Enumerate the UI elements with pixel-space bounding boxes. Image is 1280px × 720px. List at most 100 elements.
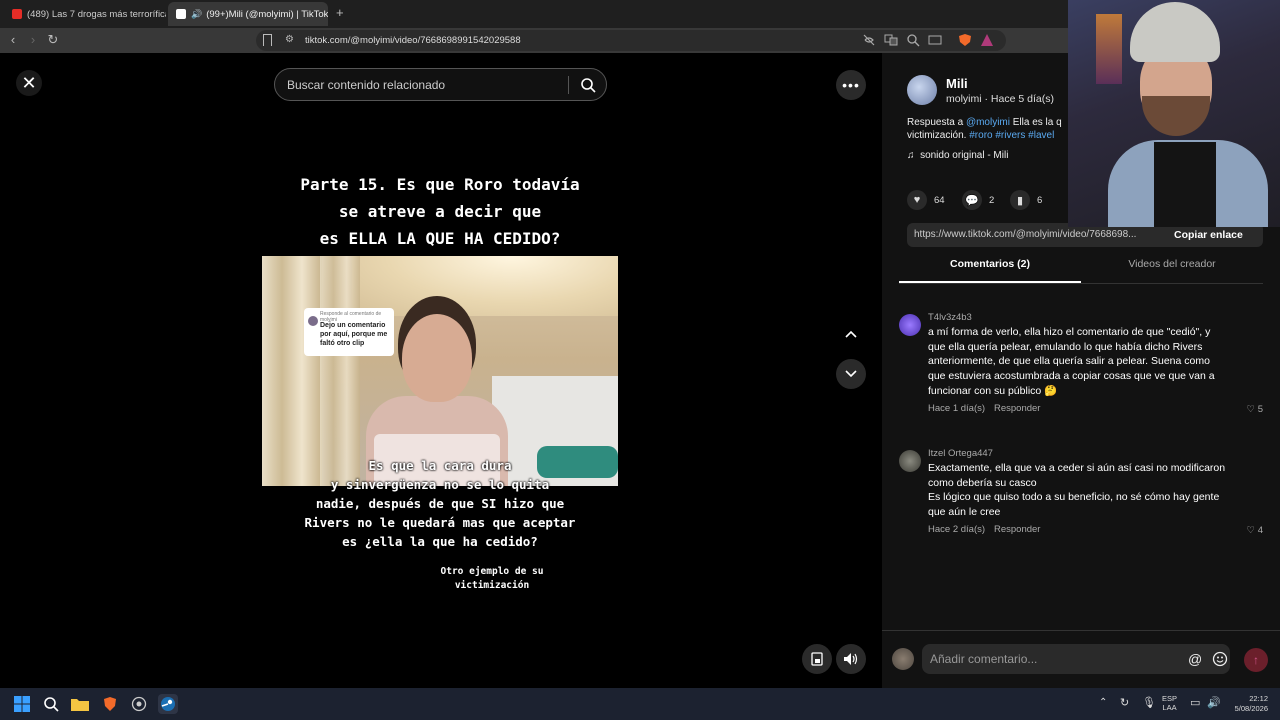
brave-shield-icon[interactable] [958, 33, 972, 47]
chevron-down-icon [845, 370, 857, 378]
screen-icon[interactable] [928, 33, 942, 47]
picture-in-picture-button[interactable] [802, 644, 832, 674]
caption-line: Es que la cara dura [368, 458, 512, 473]
site-settings-icon[interactable]: ⚙ [285, 34, 294, 45]
input-language[interactable]: ESP LAA [1162, 694, 1177, 712]
translate-icon[interactable] [884, 33, 898, 47]
reply-button[interactable]: Responder [994, 524, 1040, 535]
video-frame: Responde al comentario de molyimi Dejo u… [262, 256, 618, 486]
author-name[interactable]: Mili [946, 76, 968, 91]
youtube-icon [12, 9, 22, 19]
tab-creator-videos[interactable]: Videos del creador [1082, 258, 1262, 270]
steam-icon [161, 697, 175, 711]
search-icon[interactable] [580, 77, 596, 93]
next-video-button[interactable] [836, 359, 866, 389]
previous-video-button[interactable] [836, 319, 866, 349]
overlay-line: es ELLA LA QUE HA CEDIDO? [319, 229, 561, 248]
emoji-icon[interactable] [1212, 651, 1228, 667]
comment-like-count: 5 [1257, 404, 1263, 415]
url-text: tiktok.com/@molyimi/video/76686989915420… [305, 35, 521, 46]
tray-chevron-icon[interactable]: ⌃ [1099, 697, 1107, 708]
back-icon[interactable]: ‹ [5, 32, 21, 48]
comment-like-button[interactable]: ♡ 5 [1247, 404, 1263, 415]
video-overlay-title: Parte 15. Es que Roro todavía se atreve … [262, 171, 618, 252]
brave-rewards-icon[interactable] [980, 33, 994, 47]
reply-avatar [308, 316, 318, 326]
pip-icon [811, 652, 823, 666]
comment-button[interactable]: 💬 2 [962, 190, 994, 210]
video-player[interactable]: Buscar contenido relacionado Parte 15. E… [262, 53, 618, 688]
file-explorer-button[interactable] [70, 694, 90, 714]
music-link[interactable]: ♫ sonido original - Mili [907, 150, 1008, 161]
person-head [402, 314, 472, 402]
author-avatar[interactable] [907, 75, 937, 105]
caption-line: es ¿ella la que ha cedido? [342, 534, 538, 549]
volume-button[interactable] [836, 644, 866, 674]
brave-taskbar-button[interactable] [100, 694, 120, 714]
reload-icon[interactable]: ↻ [45, 32, 61, 48]
video-caption: Es que la cara dura y sinvergüenza no se… [262, 456, 618, 551]
volume-tray-icon[interactable]: 🔊 [1207, 696, 1221, 709]
tab-comments[interactable]: Comentarios (2) [899, 258, 1081, 270]
forward-icon[interactable]: › [25, 32, 41, 48]
chrome-taskbar-button[interactable] [129, 694, 149, 714]
current-user-avatar [892, 648, 914, 670]
browser-tab-youtube[interactable]: (489) Las 7 drogas más terroríficas de [4, 2, 166, 26]
comment-item: T4lv3z4b3 a mí forma de verlo, ella hizo… [899, 312, 1263, 422]
comment-composer: Añadir comentario... @ ↑ [882, 630, 1280, 688]
clock[interactable]: 22:12 5/08/2026 [1222, 694, 1268, 714]
mention-icon[interactable]: @ [1188, 651, 1202, 667]
more-options-button[interactable]: ••• [836, 70, 866, 100]
overlay-line: se atreve a decir que [338, 202, 542, 221]
close-video-button[interactable]: ✕ [16, 70, 42, 96]
copy-link-button[interactable]: Copiar enlace [1174, 229, 1243, 241]
search-taskbar-button[interactable] [41, 694, 61, 714]
tab-title: (99+)Mili (@molyimi) | TikTok [206, 8, 328, 20]
video-description: Respuesta a @molyimi Ella es la q victim… [907, 116, 1087, 142]
comment-like-button[interactable]: ♡ 4 [1247, 525, 1263, 536]
reply-button[interactable]: Responder [994, 403, 1040, 414]
browser-tab-tiktok[interactable]: 🔊 (99+)Mili (@molyimi) | TikTok ✕ [168, 2, 328, 26]
hashtag-links[interactable]: #roro #rivers #lavel [969, 130, 1054, 141]
video-caption-small: Otro ejemplo de su victimización [412, 565, 572, 593]
zoom-icon[interactable] [906, 33, 920, 47]
related-search-bar[interactable]: Buscar contenido relacionado [274, 68, 607, 101]
active-tab-indicator [899, 281, 1081, 283]
share-url: https://www.tiktok.com/@molyimi/video/76… [914, 229, 1137, 240]
save-count: 6 [1037, 194, 1043, 206]
search-input[interactable]: Buscar contenido relacionado [287, 78, 445, 92]
tracking-off-icon[interactable] [862, 33, 876, 47]
microphone-icon[interactable]: 🎙 [1142, 696, 1156, 709]
commenter-avatar[interactable] [899, 450, 921, 472]
webcam-overlay [1068, 0, 1280, 227]
bookmark-icon[interactable] [263, 34, 272, 46]
send-comment-button[interactable]: ↑ [1244, 648, 1268, 672]
start-button[interactable] [12, 694, 32, 714]
comment-placeholder: Añadir comentario... [930, 652, 1038, 666]
chevron-up-icon [845, 330, 857, 338]
steam-taskbar-button[interactable] [158, 694, 178, 714]
commenter-name[interactable]: Itzel Ortega447 [928, 448, 993, 459]
curtain [262, 256, 322, 486]
caption-line: Otro ejemplo de su [440, 566, 544, 577]
heart-icon: ♥ [907, 190, 927, 210]
comment-text: Exactamente, ella que va a ceder si aún … [928, 462, 1226, 519]
music-note-icon: ♫ [907, 150, 915, 161]
commenter-avatar[interactable] [899, 314, 921, 336]
caption-line: Rivers no le quedará mas que aceptar [304, 515, 576, 530]
like-count: 64 [934, 194, 945, 206]
new-tab-icon[interactable]: + [336, 5, 344, 20]
like-button[interactable]: ♥ 64 [907, 190, 945, 210]
bookmark-icon: ▮ [1010, 190, 1030, 210]
tray-sync-icon[interactable]: ↻ [1120, 696, 1129, 709]
comment-input[interactable]: Añadir comentario... @ [922, 644, 1230, 674]
folder-icon [71, 699, 89, 711]
mention-link[interactable]: @molyimi [966, 117, 1010, 128]
comment-item: Itzel Ortega447 Exactamente, ella que va… [899, 448, 1263, 548]
network-icon[interactable]: ▭ [1190, 696, 1200, 709]
caption-line: nadie, después de que SI hizo que [315, 496, 565, 511]
curtain [320, 256, 360, 486]
save-button[interactable]: ▮ 6 [1010, 190, 1042, 210]
desc-text: victimización. [907, 130, 970, 141]
commenter-name[interactable]: T4lv3z4b3 [928, 312, 972, 323]
